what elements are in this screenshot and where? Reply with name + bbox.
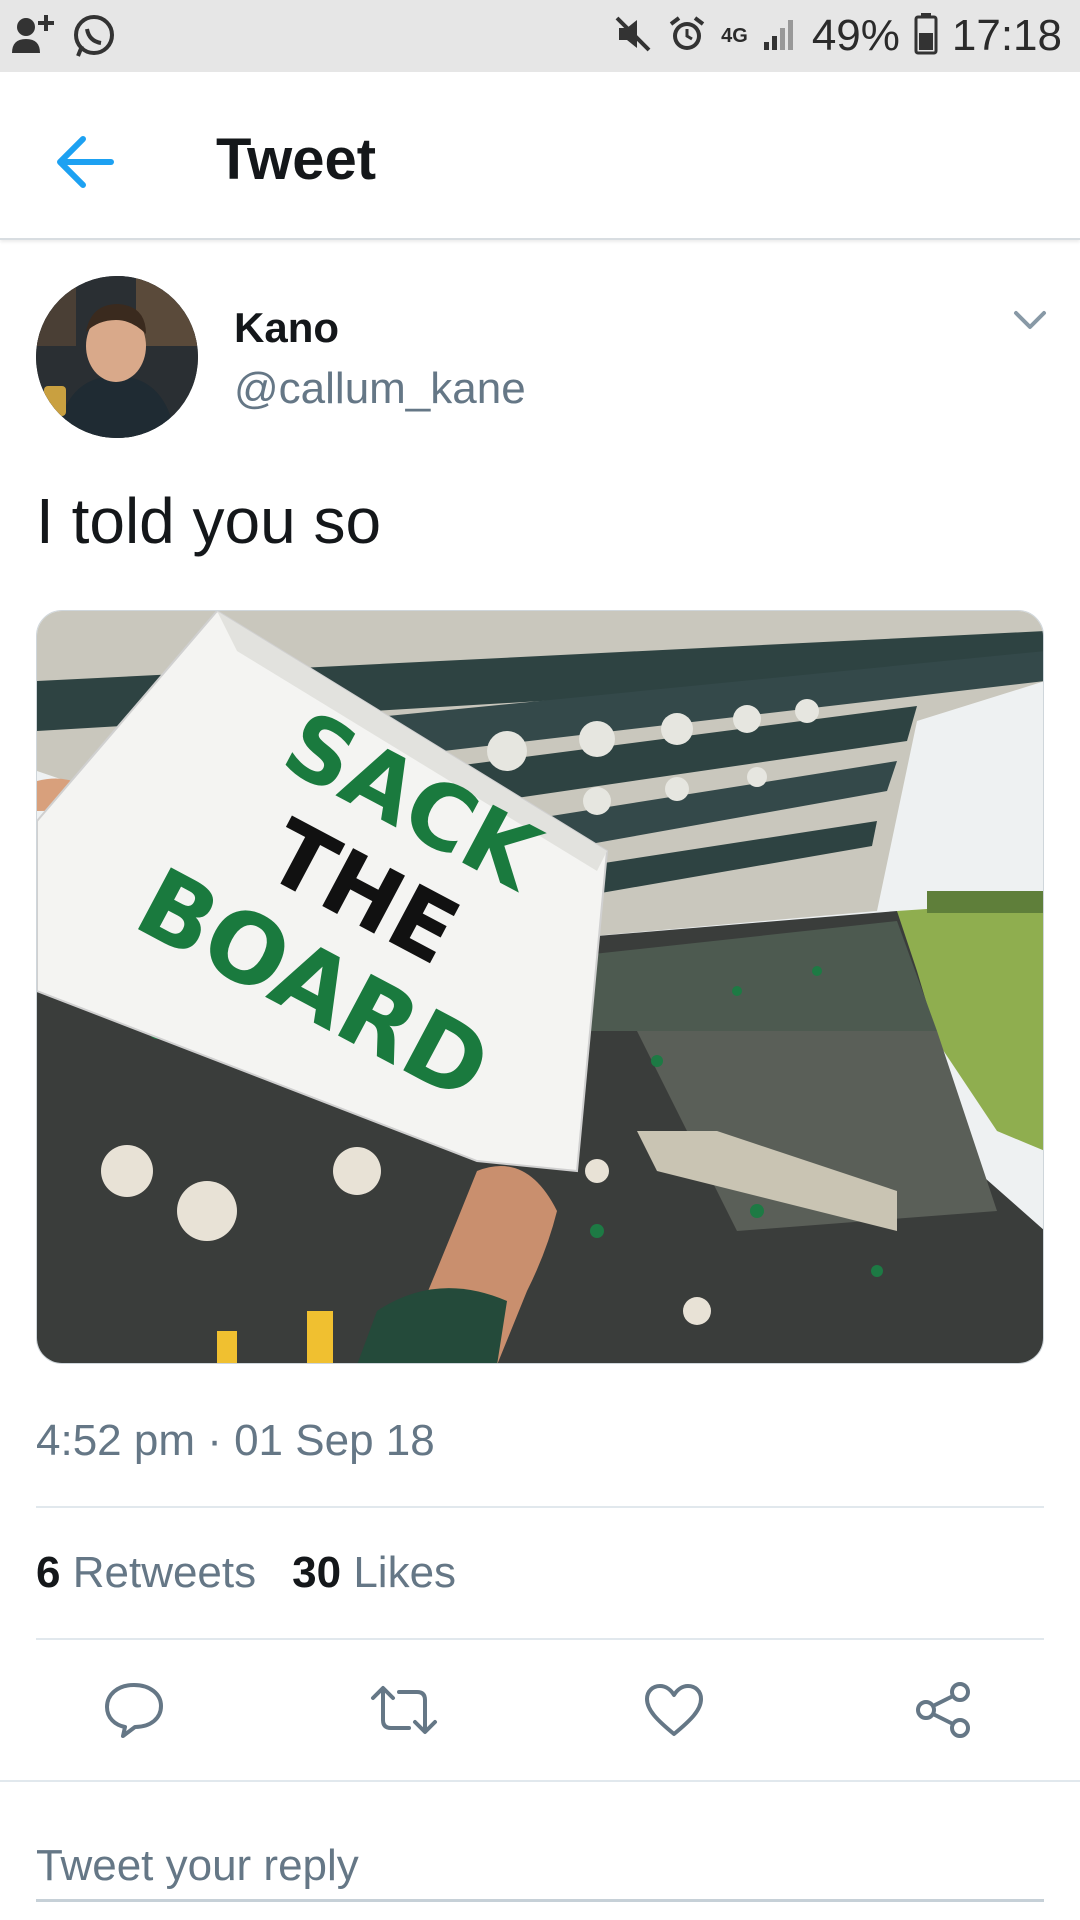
- reply-icon: [105, 1683, 163, 1738]
- tweet-timestamp: 4:52 pm · 01 Sep 18: [36, 1416, 435, 1465]
- tweet-text: I told you so: [36, 485, 382, 557]
- app-bar: Tweet: [0, 72, 1080, 240]
- reply-button[interactable]: [94, 1670, 174, 1750]
- likes-label: Likes: [353, 1548, 457, 1597]
- share-icon: [916, 1682, 970, 1738]
- share-button[interactable]: [904, 1670, 984, 1750]
- retweets-count: 6: [36, 1548, 61, 1597]
- tweet-actions: [0, 1670, 1080, 1750]
- tweet-stats: 6 Retweets 30 Likes: [36, 1548, 456, 1598]
- status-bar: 4G 49% 17:18: [0, 0, 1080, 72]
- network-type: 4G: [721, 25, 748, 47]
- arrow-left-icon: [57, 136, 114, 188]
- avatar[interactable]: [36, 276, 198, 438]
- whatsapp-icon: [70, 12, 118, 65]
- battery-percent: 49%: [811, 11, 900, 60]
- retweet-icon: [371, 1686, 437, 1734]
- chevron-down-icon: [1014, 311, 1046, 329]
- alarm-icon: [667, 14, 707, 59]
- clock: 17:18: [951, 11, 1062, 60]
- author-name[interactable]: Kano: [234, 304, 339, 352]
- likes-stat[interactable]: 30 Likes: [292, 1548, 456, 1598]
- tweet-photo[interactable]: SACK THE BOARD: [36, 610, 1044, 1364]
- author-handle[interactable]: @callum_kane: [234, 364, 526, 414]
- divider: [36, 1638, 1044, 1640]
- signal-icon: [762, 16, 798, 57]
- like-button[interactable]: [634, 1670, 714, 1750]
- retweets-label: Retweets: [72, 1548, 257, 1597]
- likes-count: 30: [292, 1548, 342, 1597]
- retweet-button[interactable]: [364, 1670, 444, 1750]
- divider: [36, 1506, 1044, 1508]
- retweets-stat[interactable]: 6 Retweets: [36, 1548, 256, 1598]
- back-button[interactable]: [50, 127, 120, 197]
- battery-icon: [914, 12, 938, 60]
- heart-icon: [645, 1684, 703, 1736]
- mute-icon: [613, 14, 653, 59]
- tweet-menu-button[interactable]: [1010, 300, 1050, 340]
- reply-bar: [0, 1780, 1080, 1920]
- reply-input[interactable]: [36, 1832, 1044, 1902]
- page-title: Tweet: [216, 127, 377, 192]
- add-contact-icon: [10, 13, 58, 64]
